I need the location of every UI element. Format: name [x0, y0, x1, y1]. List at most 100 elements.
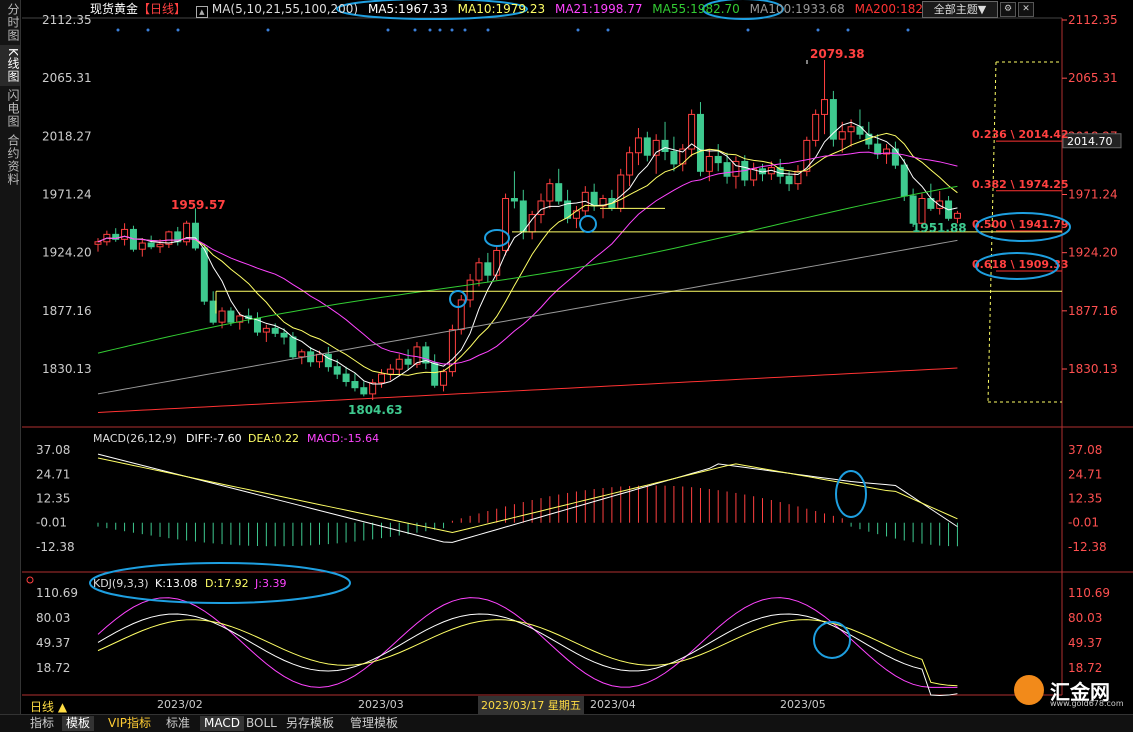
theme-select[interactable]: 全部主题▼	[922, 1, 998, 18]
candle-body	[378, 373, 386, 384]
macd-value: MACD:-15.64	[307, 432, 379, 445]
signal-dot	[438, 28, 442, 32]
candle-body	[909, 195, 917, 224]
candle-body	[94, 241, 102, 245]
signal-dot	[450, 28, 454, 32]
date-label: 2023/03	[358, 698, 404, 711]
candle-body	[874, 143, 882, 155]
fib-level-label: 0.236 \ 2014.42	[972, 128, 1069, 141]
candle-body	[386, 368, 394, 375]
price-tick-label: 1924.20	[1068, 246, 1118, 260]
candle-body	[918, 198, 926, 224]
price-tick-label: 2112.35	[1068, 13, 1118, 27]
fib-level-label: 0.382 \ 1974.25	[972, 178, 1069, 191]
tab-standard[interactable]: 标准	[162, 716, 194, 731]
candle-body	[227, 310, 235, 323]
period-label: 【日线】	[138, 2, 187, 16]
candle-body	[484, 262, 492, 276]
signal-dot	[116, 28, 120, 32]
candle-body	[953, 212, 961, 219]
price-tick-label: 2065.31	[1068, 71, 1118, 85]
date-axis: 2023/02 2023/03 2023/03/17 星期五 2023/04 2…	[22, 696, 1062, 714]
tab-minute-chart[interactable]: 分时图	[0, 0, 20, 45]
chart-background	[0, 0, 1133, 731]
candle-body	[803, 139, 811, 172]
ma-settings-icon[interactable]: ▲	[195, 6, 208, 18]
candle-body	[519, 200, 527, 233]
price-tick-label-left: 1924.20	[42, 246, 92, 260]
candle-body	[546, 183, 554, 202]
candle-body	[191, 222, 199, 249]
candle-body	[537, 200, 545, 216]
candle-body	[466, 279, 474, 301]
macd-tick-label: -0.01	[1068, 516, 1099, 530]
kline-chart[interactable]: 2112.352112.352065.312065.312018.272018.…	[0, 0, 1133, 731]
candle-body	[147, 242, 155, 248]
candle-body	[316, 353, 323, 363]
macd-dea: DEA:0.22	[248, 432, 299, 445]
candle-body	[572, 210, 580, 219]
current-price-label: 2014.70	[1067, 135, 1113, 148]
signal-dot	[606, 28, 610, 32]
macd-tick-label: -12.38	[1068, 540, 1107, 554]
instrument-title: 现货黄金	[90, 2, 139, 16]
settings-icon[interactable]: ⚙	[1000, 2, 1016, 17]
close-icon[interactable]: ✕	[1018, 2, 1034, 17]
ma-label: MA(5,10,21,55,100,200)	[211, 2, 359, 16]
price-tick-label-left: 1830.13	[42, 362, 92, 376]
signal-dot	[428, 28, 432, 32]
ma5-value: MA5:1967.33	[367, 2, 448, 16]
tab-vip-indicator[interactable]: VIP指标	[104, 716, 155, 731]
macd-diff: DIFF:-7.60	[186, 432, 242, 445]
logo-icon	[1014, 675, 1044, 705]
tab-flash-chart[interactable]: 闪电图	[0, 86, 20, 131]
tab-save-template[interactable]: 另存模板	[282, 716, 338, 731]
candle-body	[475, 262, 483, 281]
fib-level-label: 0.500 \ 1941.79	[972, 218, 1069, 231]
tab-template[interactable]: 模板	[62, 716, 95, 731]
candle-body	[200, 247, 208, 302]
candle-body	[289, 336, 297, 358]
candle-body	[785, 175, 793, 185]
macd-title: MACD(26,12,9)	[93, 432, 177, 445]
logo-url: www.gold678.com	[1050, 699, 1124, 708]
candle-body	[670, 151, 678, 165]
tab-macd[interactable]: MACD	[200, 716, 244, 731]
candle-body	[209, 300, 217, 323]
kdj-tick-label: 110.69	[1068, 586, 1110, 600]
candle-body	[262, 327, 270, 333]
brand-logo: 汇金网 www.gold678.com	[1012, 673, 1130, 711]
candle-body	[404, 358, 412, 365]
tab-kline-chart[interactable]: K线图	[0, 45, 20, 86]
ma100-value: MA100:1933.68	[749, 2, 845, 16]
kdj-title: KDJ(9,3,3)	[93, 577, 149, 590]
bottom-toolbar: 指标 模板 VIP指标 标准 MACD BOLL 另存模板 管理模板	[0, 714, 1133, 732]
candle-body	[413, 346, 421, 365]
candle-body	[121, 228, 129, 240]
candle-body	[298, 351, 306, 358]
macd-tick-label-left: -12.38	[36, 540, 75, 554]
tab-contract-info[interactable]: 合约资料	[0, 131, 20, 189]
signal-dot	[576, 28, 580, 32]
price-tick-label-left: 2018.27	[42, 129, 92, 143]
candle-body	[271, 327, 279, 334]
candle-body	[493, 249, 501, 276]
candle-body	[714, 155, 722, 164]
candle-body	[936, 200, 944, 209]
candle-body	[156, 243, 164, 248]
macd-tick-label: 12.35	[1068, 492, 1102, 506]
candle-body	[138, 242, 146, 250]
ma21-value: MA21:1998.77	[554, 2, 643, 16]
candle-body	[643, 137, 651, 156]
period-tab[interactable]: 日线 ▲	[30, 698, 67, 715]
signal-dot	[386, 28, 390, 32]
candle-body	[360, 387, 368, 395]
low-price-label: 1804.63	[348, 403, 403, 417]
candle-body	[395, 358, 403, 370]
candle-body	[838, 131, 846, 140]
tab-boll[interactable]: BOLL	[242, 716, 281, 731]
tab-indicator[interactable]: 指标	[26, 716, 58, 731]
date-label: 2023/05	[780, 698, 826, 711]
candle-body	[431, 362, 439, 386]
tab-manage-template[interactable]: 管理模板	[346, 716, 402, 731]
